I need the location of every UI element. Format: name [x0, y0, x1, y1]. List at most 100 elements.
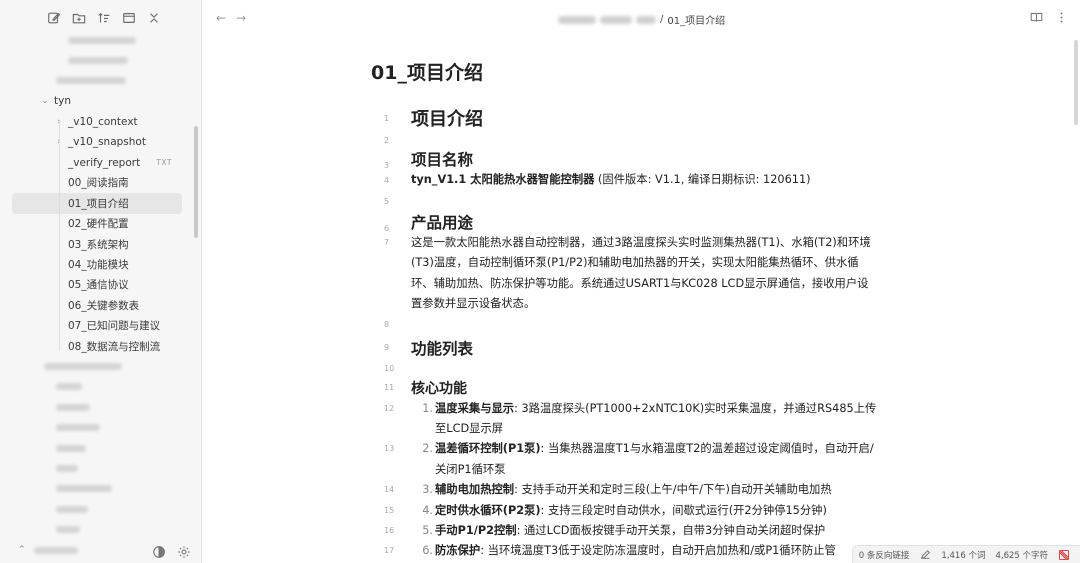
heading-2: 产品用途: [411, 214, 474, 232]
blurred-tree-item[interactable]: [0, 499, 200, 519]
pencil-edit-icon[interactable]: [919, 549, 931, 561]
blurred-tree-item[interactable]: [0, 71, 200, 91]
editor-line: 4 tyn_V1.1 太阳能热水器智能控制器 (固件版本: V1.1, 编译日期…: [371, 170, 911, 191]
blurred-tree-item[interactable]: [0, 438, 200, 458]
blurred-tree-item[interactable]: [0, 417, 200, 437]
blurred-tree-item[interactable]: [0, 30, 200, 50]
blurred-tree-item[interactable]: [0, 377, 200, 397]
breadcrumb-blurred[interactable]: [600, 15, 632, 24]
tree-item-07[interactable]: 07_已知问题与建议: [0, 315, 200, 335]
reading-view-icon[interactable]: [1030, 11, 1043, 27]
editor-line: 10: [371, 361, 911, 377]
sync-error-icon[interactable]: [1058, 549, 1070, 561]
heading-2: 项目名称: [411, 151, 474, 169]
tree-item-01-active[interactable]: 01_项目介绍: [12, 193, 182, 214]
chevron-down-icon: ⌄: [41, 96, 49, 107]
tree-item-label: 05_通信协议: [68, 279, 129, 292]
editor-line: 5: [371, 191, 911, 211]
tab-header: ← → / 01_项目介绍: [203, 0, 1080, 36]
sort-icon[interactable]: [96, 10, 112, 26]
sidebar-toolbar: [46, 10, 162, 26]
line-number: 3: [384, 161, 390, 170]
heading-3: 核心功能: [411, 380, 467, 397]
list-item: 2. 温差循环控制(P1泵): 当集热器温度T1与水箱温度T2的温差超过设定阈值时…: [422, 442, 874, 476]
tree-item-label: 08_数据流与控制流: [68, 340, 161, 353]
editor-line: 8: [371, 315, 911, 335]
help-icon[interactable]: [152, 544, 166, 558]
tree-item-06[interactable]: 06_关键参数表: [0, 295, 200, 315]
line-number: 14: [384, 485, 395, 495]
blurred-tree-item[interactable]: [0, 356, 200, 376]
breadcrumb-blurred[interactable]: [558, 15, 596, 24]
more-options-icon[interactable]: [1055, 11, 1068, 27]
tree-item-v10-context[interactable]: › _v10_context: [0, 112, 200, 132]
collapse-all-icon[interactable]: [121, 10, 137, 26]
note-title[interactable]: 01_项目介绍: [371, 58, 483, 85]
editor-content[interactable]: 1 项目介绍 2 3 项目名称 4 tyn_V1.1 太阳能热水器智能控制器 (…: [371, 106, 911, 562]
file-tree: ⌄ tyn › _v10_context › _v10_snapshot _ve…: [0, 30, 200, 540]
editor-line: 14 3. 辅助电加热控制: 支持手动开关和定时三段(上午/中午/下午)自动开关辅…: [371, 480, 911, 500]
blurred-tree-item[interactable]: [0, 50, 200, 70]
line-number: 12: [384, 403, 395, 413]
blurred-tree-item[interactable]: [0, 479, 200, 499]
sidebar-footer: ⌃: [0, 539, 202, 563]
line-number: 2: [384, 135, 390, 145]
project-version-text: (固件版本: V1.1, 编译日期标识: 120611): [594, 173, 811, 187]
line-number: 17: [384, 546, 395, 556]
new-folder-icon[interactable]: [71, 10, 87, 26]
editor-line: 15 4. 定时供水循环(P2泵): 支持三段定时自动供水，间歇式运行(开2分钟停…: [371, 501, 911, 521]
folder-label: tyn: [54, 95, 71, 108]
line-number: 16: [384, 526, 395, 536]
navigation-buttons: ← →: [216, 11, 246, 25]
view-actions: [1030, 11, 1068, 27]
blurred-tree-item[interactable]: [0, 519, 200, 539]
tree-item-verify-report[interactable]: _verify_report TXT: [0, 152, 200, 172]
backlinks-count[interactable]: 0 条反向链接: [859, 549, 910, 561]
line-number: 7: [384, 238, 390, 247]
line-number: 4: [384, 176, 390, 185]
sidebar-scrollbar[interactable]: [194, 126, 198, 238]
editor-line: 12 1. 温度采集与显示: 3路温度探头(PT1000+2xNTC10K)实时采…: [371, 399, 911, 440]
tree-item-label: _verify_report: [68, 156, 141, 169]
breadcrumb-separator: /: [660, 14, 664, 25]
close-icon[interactable]: [146, 10, 162, 26]
tree-indent-guide: [59, 121, 60, 351]
heading-1: 项目介绍: [411, 109, 483, 130]
tree-item-05[interactable]: 05_通信协议: [0, 275, 200, 295]
line-number: 6: [384, 224, 390, 233]
back-arrow-icon[interactable]: ←: [216, 11, 226, 25]
tree-item-02[interactable]: 02_硬件配置: [0, 214, 200, 234]
new-note-icon[interactable]: [46, 10, 62, 26]
tree-item-00[interactable]: 00_阅读指南: [0, 173, 200, 193]
chevron-updown-icon: ⌃: [18, 545, 26, 555]
tree-item-04[interactable]: 04_功能模块: [0, 254, 200, 274]
list-item: 6. 防冻保护: 当环境温度T3低于设定防冻温度时，自动开启加热和/或P1循环防止…: [422, 544, 836, 558]
forward-arrow-icon[interactable]: →: [236, 11, 246, 25]
word-count: 1,416 个词: [941, 550, 986, 561]
editor-line: 2: [371, 130, 911, 150]
editor-line: 3 项目名称: [371, 150, 911, 170]
breadcrumb-current[interactable]: 01_项目介绍: [667, 12, 725, 27]
tree-item-label: 04_功能模块: [68, 258, 129, 271]
tree-item-08[interactable]: 08_数据流与控制流: [0, 336, 200, 356]
editor-line: 17 6. 防冻保护: 当环境温度T3低于设定防冻温度时，自动开启加热和/或P1循…: [371, 541, 911, 561]
tree-item-label: _v10_context: [68, 115, 138, 128]
vault-switcher[interactable]: ⌃: [18, 545, 78, 555]
line-number: 11: [384, 383, 395, 393]
line-number: 15: [384, 505, 395, 515]
list-item: 1. 温度采集与显示: 3路温度探头(PT1000+2xNTC10K)实时采集温度…: [422, 401, 877, 436]
blurred-tree-item[interactable]: [0, 458, 200, 478]
settings-gear-icon[interactable]: [177, 544, 191, 558]
tree-item-label: 00_阅读指南: [68, 177, 129, 190]
tree-item-label: 02_硬件配置: [68, 218, 129, 231]
tree-item-v10-snapshot[interactable]: › _v10_snapshot: [0, 132, 200, 152]
folder-tyn[interactable]: ⌄ tyn: [0, 91, 200, 111]
heading-2: 功能列表: [411, 339, 474, 358]
editor-line: 9 功能列表: [371, 335, 911, 361]
file-type-badge: TXT: [156, 158, 172, 168]
tree-item-label: 06_关键参数表: [68, 299, 140, 312]
editor-scrollbar[interactable]: [1074, 40, 1078, 125]
blurred-tree-item[interactable]: [0, 397, 200, 417]
breadcrumb-blurred[interactable]: [636, 15, 656, 24]
tree-item-03[interactable]: 03_系统架构: [0, 234, 200, 254]
